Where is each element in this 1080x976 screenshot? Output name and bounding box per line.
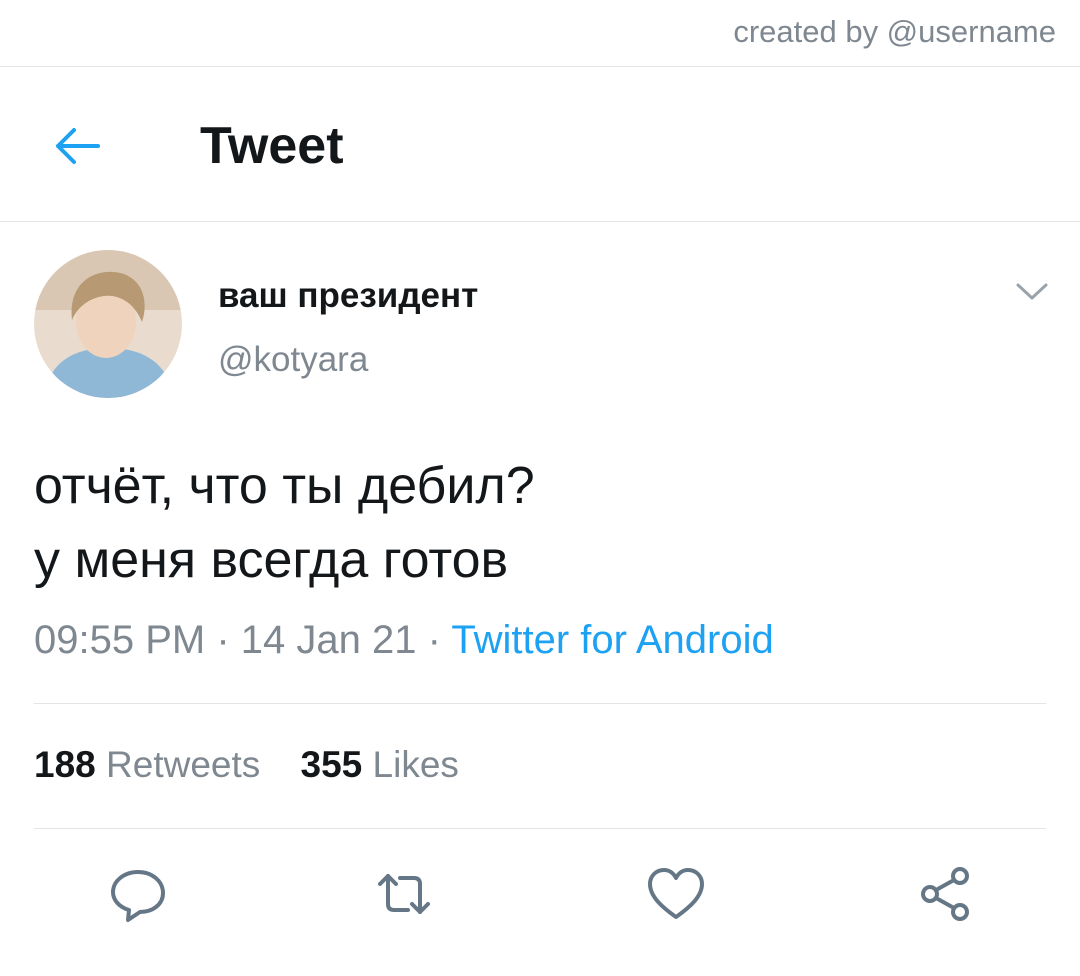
stats-bottom-divider xyxy=(34,828,1046,829)
likes-stat[interactable]: 355 Likes xyxy=(301,744,459,785)
tweet-source-link[interactable]: Twitter for Android xyxy=(451,618,773,662)
header-divider xyxy=(0,221,1080,222)
tweet-menu-button[interactable] xyxy=(1014,278,1050,306)
reply-icon xyxy=(111,870,165,922)
tweet-text-line: у меня всегда готов xyxy=(34,531,509,589)
tweet-stats: 188 Retweets 355 Likes xyxy=(34,744,459,786)
user-handle[interactable]: @kotyara xyxy=(218,340,368,380)
tweet-meta: 09:55 PM · 14 Jan 21 · Twitter for Andro… xyxy=(34,618,774,663)
avatar-image xyxy=(34,250,182,398)
meta-separator: · xyxy=(216,618,230,662)
tweet-time: 09:55 PM xyxy=(34,618,206,662)
top-divider xyxy=(0,66,1080,67)
share-button[interactable] xyxy=(914,862,978,926)
tweet-text: отчёт, что ты дебил? у меня всегда готов xyxy=(34,449,535,597)
arrow-left-icon xyxy=(56,128,100,164)
meta-separator: · xyxy=(427,618,441,662)
heart-icon xyxy=(648,868,704,919)
likes-count: 355 xyxy=(300,744,363,785)
tweet-date: 14 Jan 21 xyxy=(240,618,417,662)
retweets-label: Retweets xyxy=(106,744,261,785)
chevron-down-icon xyxy=(1016,283,1048,300)
retweet-icon xyxy=(378,874,430,914)
stats-top-divider xyxy=(34,703,1046,704)
page-title: Tweet xyxy=(200,117,344,175)
share-icon xyxy=(921,867,969,921)
tweet-text-line: отчёт, что ты дебил? xyxy=(34,457,535,515)
reply-button[interactable] xyxy=(106,862,170,926)
back-button[interactable] xyxy=(50,120,106,172)
avatar[interactable] xyxy=(34,250,182,398)
display-name[interactable]: ваш президент xyxy=(218,276,478,316)
like-button[interactable] xyxy=(644,862,708,926)
retweet-button[interactable] xyxy=(372,862,436,926)
creator-credit: created by @username xyxy=(733,14,1056,49)
retweets-stat[interactable]: 188 Retweets xyxy=(34,744,260,785)
likes-label: Likes xyxy=(372,744,459,785)
retweets-count: 188 xyxy=(34,744,96,785)
